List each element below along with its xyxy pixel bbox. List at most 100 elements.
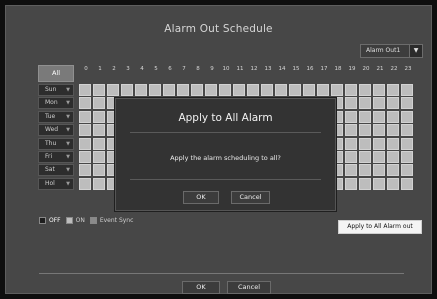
schedule-cell[interactable] bbox=[359, 97, 371, 110]
schedule-cell[interactable] bbox=[345, 164, 357, 177]
schedule-cell[interactable] bbox=[387, 124, 399, 137]
apply-to-all-alarm-out-button[interactable]: Apply to All Alarm out bbox=[338, 220, 422, 234]
hour-label[interactable]: 9 bbox=[205, 65, 219, 82]
schedule-cell[interactable] bbox=[107, 84, 119, 96]
schedule-cell[interactable] bbox=[247, 84, 259, 96]
hour-label[interactable]: 11 bbox=[233, 65, 247, 82]
schedule-cell[interactable] bbox=[289, 84, 301, 96]
schedule-cell[interactable] bbox=[401, 84, 413, 96]
day-label[interactable]: Hol ▼ bbox=[38, 177, 74, 190]
hour-label[interactable]: 15 bbox=[289, 65, 303, 82]
chevron-down-icon[interactable]: ▼ bbox=[409, 45, 422, 57]
schedule-cell[interactable] bbox=[401, 137, 413, 150]
dialog-cancel-button[interactable]: Cancel bbox=[231, 191, 270, 204]
hour-label[interactable]: 6 bbox=[163, 65, 177, 82]
hour-label[interactable]: 16 bbox=[303, 65, 317, 82]
schedule-cell[interactable] bbox=[401, 110, 413, 123]
schedule-cell[interactable] bbox=[79, 150, 91, 163]
schedule-cell[interactable] bbox=[149, 84, 161, 96]
hour-label[interactable]: 13 bbox=[261, 65, 275, 82]
schedule-cell[interactable] bbox=[345, 97, 357, 110]
dialog-ok-button[interactable]: OK bbox=[183, 191, 219, 204]
day-label[interactable]: Thu ▼ bbox=[38, 137, 74, 150]
hour-label[interactable]: 20 bbox=[359, 65, 373, 82]
schedule-cell[interactable] bbox=[373, 164, 385, 177]
schedule-cell[interactable] bbox=[359, 110, 371, 123]
day-label[interactable]: Mon ▼ bbox=[38, 97, 74, 110]
schedule-cell[interactable] bbox=[93, 124, 105, 137]
schedule-cell[interactable] bbox=[387, 110, 399, 123]
hour-label[interactable]: 7 bbox=[177, 65, 191, 82]
schedule-cell[interactable] bbox=[275, 84, 287, 96]
schedule-cell[interactable] bbox=[79, 177, 91, 190]
schedule-cell[interactable] bbox=[121, 84, 133, 96]
hour-label[interactable]: 4 bbox=[135, 65, 149, 82]
schedule-cell[interactable] bbox=[303, 84, 315, 96]
schedule-cell[interactable] bbox=[233, 84, 245, 96]
schedule-cell[interactable] bbox=[373, 110, 385, 123]
schedule-cell[interactable] bbox=[401, 164, 413, 177]
schedule-cell[interactable] bbox=[345, 110, 357, 123]
hour-label[interactable]: 1 bbox=[93, 65, 107, 82]
schedule-cell[interactable] bbox=[359, 164, 371, 177]
schedule-cell[interactable] bbox=[345, 84, 357, 96]
ok-button[interactable]: OK bbox=[182, 281, 220, 294]
hour-label[interactable]: 8 bbox=[191, 65, 205, 82]
hour-label[interactable]: 14 bbox=[275, 65, 289, 82]
cancel-button[interactable]: Cancel bbox=[227, 281, 271, 294]
day-label[interactable]: Tue ▼ bbox=[38, 110, 74, 123]
hour-label[interactable]: 3 bbox=[121, 65, 135, 82]
day-label[interactable]: Wed ▼ bbox=[38, 124, 74, 137]
schedule-cell[interactable] bbox=[387, 137, 399, 150]
schedule-cell[interactable] bbox=[387, 97, 399, 110]
schedule-cell[interactable] bbox=[93, 84, 105, 96]
schedule-cell[interactable] bbox=[79, 97, 91, 110]
hour-label[interactable]: 18 bbox=[331, 65, 345, 82]
schedule-cell[interactable] bbox=[373, 84, 385, 96]
schedule-cell[interactable] bbox=[261, 84, 273, 96]
schedule-cell[interactable] bbox=[373, 137, 385, 150]
schedule-cell[interactable] bbox=[317, 84, 329, 96]
schedule-cell[interactable] bbox=[79, 110, 91, 123]
schedule-cell[interactable] bbox=[345, 150, 357, 163]
hour-label[interactable]: 17 bbox=[317, 65, 331, 82]
schedule-cell[interactable] bbox=[345, 177, 357, 190]
schedule-cell[interactable] bbox=[359, 137, 371, 150]
schedule-cell[interactable] bbox=[345, 124, 357, 137]
hour-label[interactable]: 23 bbox=[401, 65, 415, 82]
schedule-cell[interactable] bbox=[401, 124, 413, 137]
schedule-cell[interactable] bbox=[373, 150, 385, 163]
hour-label[interactable]: 12 bbox=[247, 65, 261, 82]
schedule-cell[interactable] bbox=[205, 84, 217, 96]
schedule-cell[interactable] bbox=[191, 84, 203, 96]
schedule-cell[interactable] bbox=[373, 124, 385, 137]
select-all-button[interactable]: All bbox=[38, 65, 74, 82]
schedule-cell[interactable] bbox=[387, 150, 399, 163]
hour-label[interactable]: 19 bbox=[345, 65, 359, 82]
schedule-cell[interactable] bbox=[401, 97, 413, 110]
hour-label[interactable]: 2 bbox=[107, 65, 121, 82]
schedule-cell[interactable] bbox=[387, 177, 399, 190]
schedule-cell[interactable] bbox=[359, 124, 371, 137]
schedule-cell[interactable] bbox=[79, 124, 91, 137]
schedule-cell[interactable] bbox=[359, 150, 371, 163]
schedule-cell[interactable] bbox=[93, 177, 105, 190]
schedule-cell[interactable] bbox=[93, 97, 105, 110]
hour-label[interactable]: 22 bbox=[387, 65, 401, 82]
schedule-cell[interactable] bbox=[373, 177, 385, 190]
schedule-cell[interactable] bbox=[219, 84, 231, 96]
schedule-cell[interactable] bbox=[387, 84, 399, 96]
schedule-cell[interactable] bbox=[331, 84, 343, 96]
schedule-cell[interactable] bbox=[93, 110, 105, 123]
schedule-cell[interactable] bbox=[79, 164, 91, 177]
schedule-cell[interactable] bbox=[93, 164, 105, 177]
schedule-cell[interactable] bbox=[401, 150, 413, 163]
schedule-cell[interactable] bbox=[79, 84, 91, 96]
schedule-cell[interactable] bbox=[401, 177, 413, 190]
schedule-cell[interactable] bbox=[373, 97, 385, 110]
schedule-cell[interactable] bbox=[359, 177, 371, 190]
hour-label[interactable]: 0 bbox=[79, 65, 93, 82]
hour-label[interactable]: 10 bbox=[219, 65, 233, 82]
day-label[interactable]: Sat ▼ bbox=[38, 164, 74, 177]
schedule-cell[interactable] bbox=[345, 137, 357, 150]
